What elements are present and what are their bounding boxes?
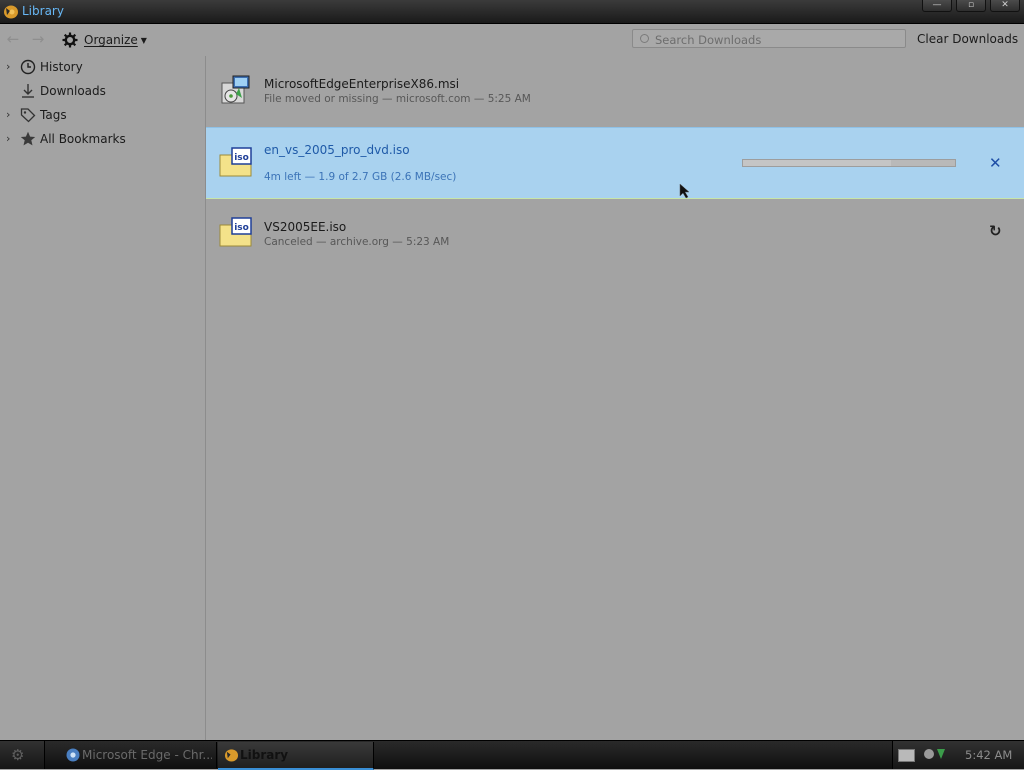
download-status: 4m left — 1.9 of 2.7 GB (2.6 MB/sec) — [264, 171, 457, 183]
maximize-button[interactable]: ▫ — [956, 0, 986, 12]
chevron-down-icon: ▼ — [140, 35, 147, 45]
firefox-logo-icon — [4, 5, 18, 19]
close-window-button[interactable]: ✕ — [990, 0, 1020, 12]
svg-text:iso: iso — [234, 153, 249, 163]
window-controls: — ▫ ✕ — [922, 0, 1020, 12]
toolbar: ← → Organize ▼ Clear Downloads — [0, 24, 1024, 56]
organize-menu-button[interactable]: Organize ▼ — [62, 31, 147, 49]
download-item[interactable]: MicrosoftEdgeEnterpriseX86.msi File move… — [206, 56, 1024, 126]
sidebar-item-downloads[interactable]: Downloads — [0, 81, 200, 101]
downloads-list: MicrosoftEdgeEnterpriseX86.msi File move… — [206, 56, 1024, 740]
search-box[interactable] — [632, 29, 906, 48]
start-menu-icon: ⚙ — [11, 746, 25, 764]
taskbar: ⚙ Microsoft Edge - Chr... Library 5:42 A… — [0, 740, 1024, 770]
taskbar-app-label: Library — [240, 748, 289, 762]
sidebar-item-history[interactable]: › History — [0, 57, 200, 77]
download-arrow-icon — [22, 84, 34, 98]
star-icon — [20, 131, 36, 146]
tag-icon — [20, 108, 36, 123]
window-title: Library — [22, 4, 64, 18]
expand-arrow-icon[interactable]: › — [6, 108, 10, 121]
title-bar: Library — ▫ ✕ — [0, 0, 1024, 24]
chrome-icon — [66, 748, 80, 762]
download-status: File moved or missing — microsoft.com — … — [264, 93, 531, 105]
expand-arrow-icon[interactable]: › — [6, 132, 10, 145]
taskbar-app-edge[interactable]: Microsoft Edge - Chr... — [60, 742, 217, 768]
iso-file-icon: iso — [219, 147, 252, 177]
clear-downloads-button[interactable]: Clear Downloads — [917, 32, 1018, 46]
network-status-icon[interactable] — [923, 746, 949, 762]
search-input[interactable] — [653, 31, 905, 48]
cancel-download-icon[interactable]: ✕ — [989, 154, 1002, 172]
minimize-button[interactable]: — — [922, 0, 952, 12]
start-button[interactable]: ⚙ — [0, 741, 45, 769]
mouse-cursor-icon — [679, 183, 690, 199]
sidebar-item-label: Tags — [40, 108, 67, 122]
download-status: Canceled — archive.org — 5:23 AM — [264, 236, 450, 248]
sidebar-item-label: Downloads — [40, 84, 106, 98]
download-progress-bar — [742, 159, 956, 167]
download-filename: en_vs_2005_pro_dvd.iso — [264, 143, 410, 157]
sidebar-item-label: All Bookmarks — [40, 132, 126, 146]
download-item-selected[interactable]: iso en_vs_2005_pro_dvd.iso 4m left — 1.9… — [206, 127, 1024, 199]
taskbar-app-label: Microsoft Edge - Chr... — [82, 748, 212, 762]
firefox-icon — [224, 749, 239, 762]
sidebar-item-all-bookmarks[interactable]: › All Bookmarks — [0, 129, 200, 149]
progress-fill — [743, 160, 892, 166]
svg-text:iso: iso — [234, 223, 249, 233]
clock-icon — [20, 59, 36, 75]
retry-download-icon[interactable]: ↻ — [989, 222, 1002, 240]
download-filename: MicrosoftEdgeEnterpriseX86.msi — [264, 77, 460, 91]
sidebar: › History Downloads › Tags › All Bookmar… — [0, 56, 206, 740]
sidebar-item-label: History — [40, 60, 83, 74]
download-item[interactable]: iso VS2005EE.iso Canceled — archive.org … — [206, 198, 1024, 268]
clock: 5:42 AM — [965, 748, 1013, 762]
msi-installer-icon — [221, 75, 250, 104]
search-icon — [640, 34, 649, 43]
iso-file-icon: iso — [219, 217, 252, 247]
organize-label: Organize — [84, 33, 138, 47]
forward-arrow-icon[interactable]: → — [29, 31, 47, 47]
expand-arrow-icon[interactable]: › — [6, 60, 10, 73]
taskbar-app-library[interactable]: Library — [218, 742, 374, 770]
sidebar-item-tags[interactable]: › Tags — [0, 105, 200, 125]
system-tray: 5:42 AM — [892, 741, 1024, 769]
gear-icon — [62, 32, 78, 48]
back-arrow-icon[interactable]: ← — [4, 31, 22, 47]
download-filename: VS2005EE.iso — [264, 220, 347, 234]
keyboard-icon[interactable] — [898, 749, 915, 762]
